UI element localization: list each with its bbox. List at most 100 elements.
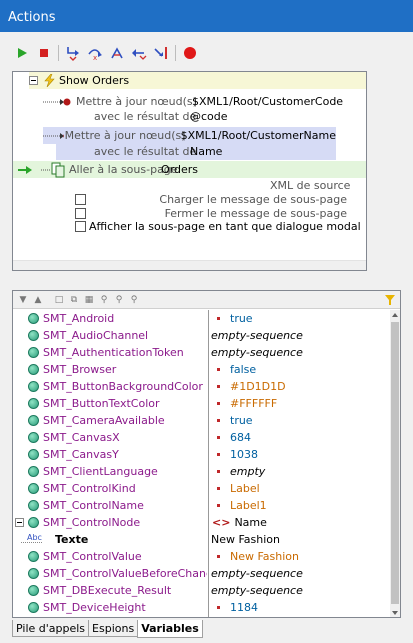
variable-row[interactable]: SMT_ButtonBackgroundColor #1D1D1D: [13, 378, 389, 395]
filter-icon[interactable]: [384, 294, 396, 306]
variable-value: true: [211, 312, 253, 325]
breakpoint-icon: [184, 47, 196, 59]
load-subpage-checkbox[interactable]: [75, 194, 86, 205]
vertical-scrollbar[interactable]: [390, 310, 400, 617]
toolbar-separator: [175, 45, 176, 61]
variable-value-text: Name: [234, 516, 267, 529]
modal-dialog-checkbox[interactable]: [75, 221, 86, 232]
run-to-cursor-button[interactable]: [151, 43, 171, 63]
step-back-icon: [132, 49, 147, 60]
variable-row[interactable]: SMT_CanvasY 1038: [13, 446, 389, 463]
scroll-up-icon[interactable]: [392, 313, 398, 317]
tab-pile-d-appels[interactable]: Pile d'appels: [12, 620, 90, 637]
collapse-toggle[interactable]: [29, 76, 38, 85]
stop-icon: [40, 49, 48, 57]
variable-row[interactable]: SMT_ControlNode <> Name: [13, 514, 389, 531]
variable-row[interactable]: SMT_ClientLanguage empty: [13, 463, 389, 480]
variable-value: 1184: [211, 601, 258, 614]
table-icon[interactable]: ▦: [83, 294, 95, 306]
variable-icon: [28, 432, 39, 443]
variable-icon: [28, 330, 39, 341]
variable-row[interactable]: SMT_ControlValueBeforeChang empty-sequenc…: [13, 565, 389, 582]
breakpoint-button[interactable]: [180, 43, 200, 63]
horizontal-scrollbar[interactable]: [13, 260, 366, 270]
variables-toolbar: ▼ ▲ □ ⧉ ▦ ⚲ ⚲ ⚲: [13, 291, 400, 309]
variable-row[interactable]: SMT_DeviceHeight 1184: [13, 599, 389, 616]
variable-value-text: Label: [230, 482, 260, 495]
variable-name: SMT_ControlName: [43, 499, 144, 512]
variable-name: SMT_Browser: [43, 363, 117, 376]
column-splitter[interactable]: [208, 310, 209, 617]
atomic-value-marker: [217, 401, 220, 405]
variable-row[interactable]: SMT_AuthenticationToken empty-sequence: [13, 344, 389, 361]
variable-name: Texte: [55, 533, 89, 546]
variable-row[interactable]: SMT_ControlKind Label: [13, 480, 389, 497]
move-up-icon[interactable]: ▲: [32, 294, 44, 306]
variable-name: SMT_ButtonBackgroundColor: [43, 380, 203, 393]
variable-value: false: [211, 363, 256, 376]
variable-name: SMT_DeviceHeight: [43, 601, 146, 614]
variable-row[interactable]: SMT_CanvasX 684: [13, 429, 389, 446]
scroll-thumb[interactable]: [391, 322, 399, 604]
variable-row[interactable]: SMT_Browser false: [13, 361, 389, 378]
variable-value: empty-sequence: [211, 584, 303, 597]
collapse-toggle[interactable]: [15, 518, 24, 527]
step-over-button[interactable]: x: [85, 43, 105, 63]
variable-icon: [28, 568, 39, 579]
variable-row[interactable]: SMT_ButtonTextColor #FFFFFF: [13, 395, 389, 412]
search-icon[interactable]: ⚲: [98, 294, 110, 306]
variable-value-text: false: [230, 363, 257, 376]
variable-value-text: New Fashion: [230, 550, 300, 563]
copy-icon[interactable]: ⧉: [68, 294, 80, 306]
step-into-button[interactable]: [63, 43, 83, 63]
variable-row[interactable]: Abc Texte New Fashion: [13, 531, 389, 548]
action-group-row[interactable]: Show Orders: [29, 72, 366, 89]
variable-row[interactable]: SMT_DBExecute_Result empty-sequence: [13, 582, 389, 599]
run-icon: [18, 48, 27, 58]
step-out-icon: [111, 47, 123, 59]
move-down-icon[interactable]: ▼: [17, 294, 29, 306]
atomic-value-marker: [217, 452, 220, 456]
variable-name: SMT_ButtonTextColor: [43, 397, 160, 410]
variable-row[interactable]: SMT_ControlName Label1: [13, 497, 389, 514]
result-label: avec le résultat de: [94, 110, 197, 123]
variable-row[interactable]: SMT_ControlValue New Fashion: [13, 548, 389, 565]
new-watch-icon[interactable]: □: [53, 294, 65, 306]
run-button[interactable]: [12, 43, 32, 63]
option-modal-dialog[interactable]: Afficher la sous-page en tant que dialog…: [75, 218, 361, 235]
variables-panel: ▼ ▲ □ ⧉ ▦ ⚲ ⚲ ⚲ SMT_Android true SMT_Audio…: [12, 290, 401, 618]
variable-icon: [28, 483, 39, 494]
variable-row[interactable]: SMT_CameraAvailable true: [13, 412, 389, 429]
step-back-button[interactable]: [129, 43, 149, 63]
atomic-value-marker: [217, 554, 220, 558]
subpage-icon: [41, 162, 65, 177]
step-out-button[interactable]: [107, 43, 127, 63]
collapse-all-icon[interactable]: ⚲: [128, 294, 140, 306]
variable-name: SMT_ControlKind: [43, 482, 136, 495]
variable-value: 1038: [211, 448, 258, 461]
tab-espions[interactable]: Espions: [88, 620, 139, 637]
tab-variables[interactable]: Variables: [137, 620, 203, 638]
atomic-value-marker: [217, 435, 220, 439]
bottom-tab-strip: Pile d'appels Espions Variables: [12, 620, 203, 638]
expand-all-icon[interactable]: ⚲: [113, 294, 125, 306]
update-node-action-2[interactable]: Mettre à jour nœud(s) $XML1/Root/Custome…: [43, 127, 336, 144]
variables-table: SMT_Android true SMT_AudioChannel empty-seq…: [13, 310, 389, 617]
current-step-arrow-icon: [18, 165, 32, 174]
variable-row[interactable]: SMT_AudioChannel empty-sequence: [13, 327, 389, 344]
action-label: Aller à la sous-page: [69, 163, 178, 176]
variable-value-text: 1038: [230, 448, 258, 461]
variable-value: #FFFFFF: [211, 397, 277, 410]
variable-name: SMT_AudioChannel: [43, 329, 149, 342]
variable-value-text: empty-sequence: [211, 329, 303, 342]
variable-name: SMT_ClientLanguage: [43, 465, 158, 478]
goto-subpage-action[interactable]: Aller à la sous-page Orders: [13, 161, 366, 178]
stop-button[interactable]: [34, 43, 54, 63]
action-label: Mettre à jour nœud(s): [64, 129, 186, 142]
variable-row[interactable]: SMT_Android true: [13, 310, 389, 327]
action-label: Mettre à jour nœud(s): [76, 95, 197, 108]
result-value: @code: [190, 110, 228, 123]
lightning-icon: [44, 74, 55, 87]
variable-value-text: 684: [230, 431, 251, 444]
scroll-down-icon[interactable]: [392, 611, 398, 615]
